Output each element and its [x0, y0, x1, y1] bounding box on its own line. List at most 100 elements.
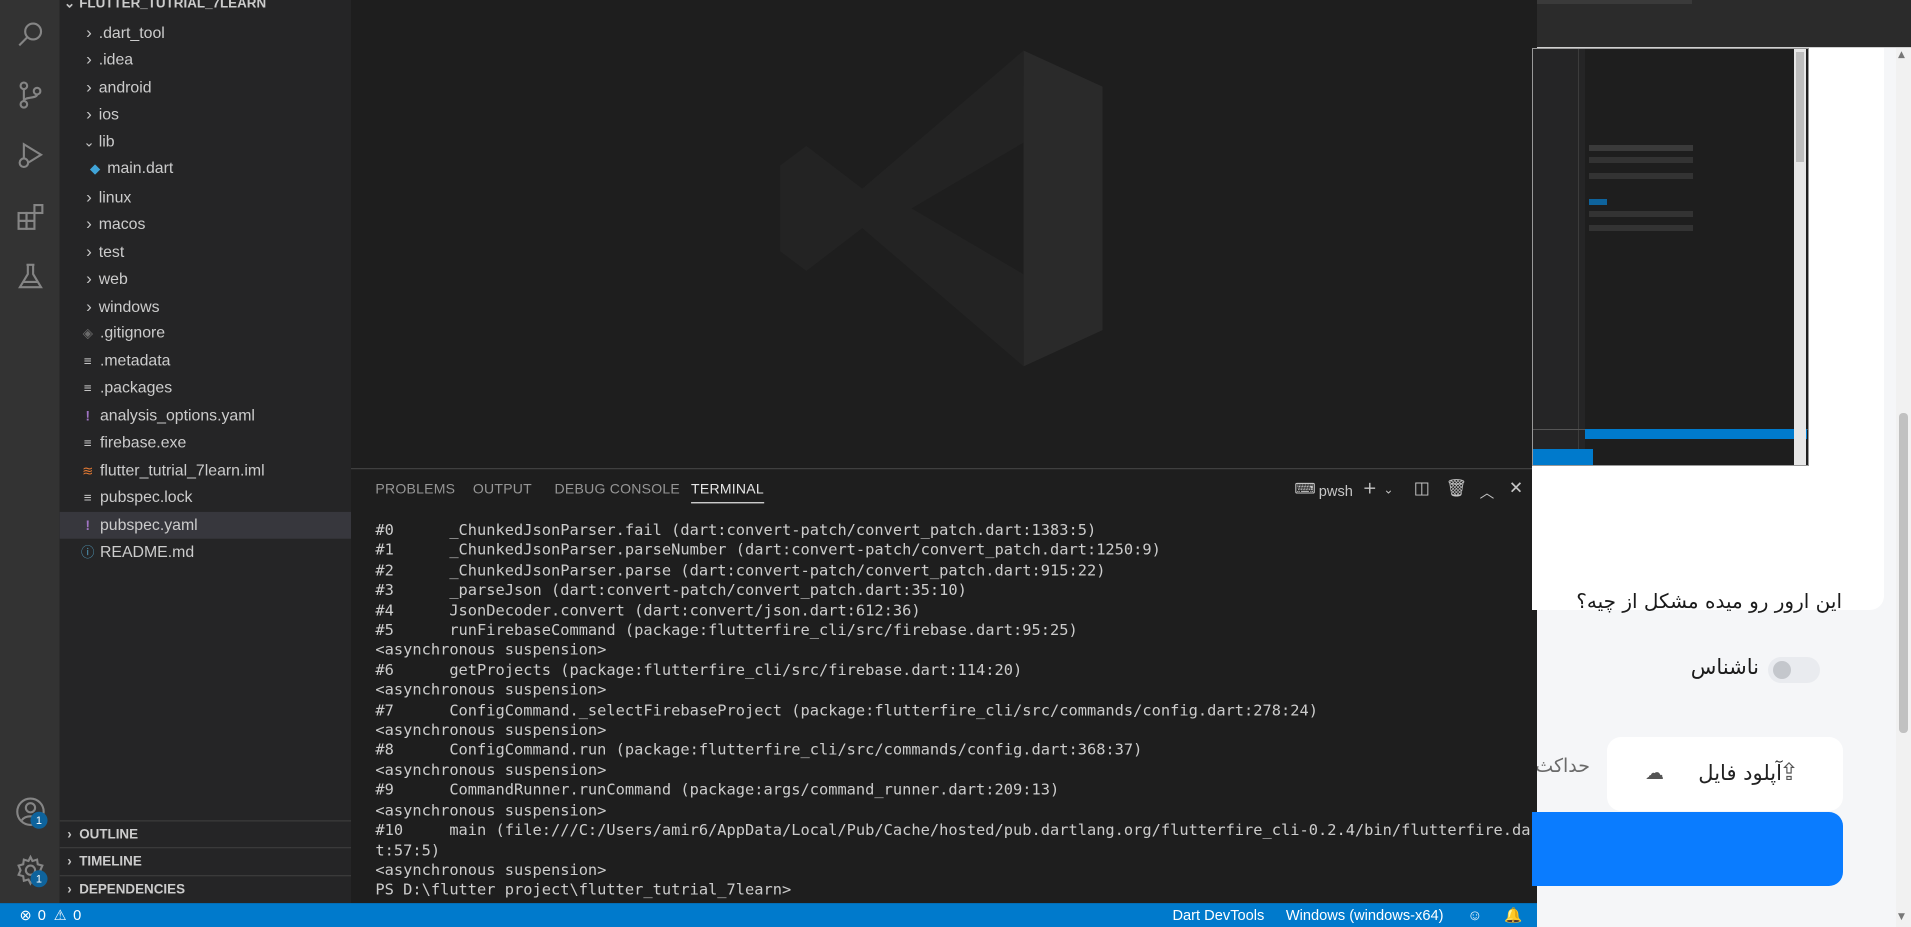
text-file-icon: ≡ — [83, 354, 92, 370]
device-platform-item[interactable]: Windows (windows-x64) — [1286, 903, 1444, 927]
settings-gear-icon[interactable]: 1 — [11, 851, 49, 889]
terminal-line: <asynchronous suspension> — [375, 720, 607, 739]
notifications-bell-icon[interactable]: 🔔 — [1504, 903, 1522, 927]
section-outline[interactable]: › OUTLINE — [59, 820, 352, 848]
tree-item[interactable]: › android — [60, 73, 351, 100]
feedback-icon[interactable]: ☺ — [1467, 903, 1482, 927]
terminal-panel: PROBLEMS OUTPUT DEBUG CONSOLE TERMINAL ⌨… — [351, 468, 1537, 905]
terminal-shell-icon: ⌨ — [1294, 480, 1316, 498]
attached-screenshot[interactable] — [1532, 48, 1809, 466]
errors-count[interactable]: 0 — [38, 903, 46, 927]
source-control-icon[interactable] — [11, 76, 49, 114]
tree-item-label: .gitignore — [99, 322, 166, 342]
run-debug-icon[interactable] — [11, 135, 49, 173]
question-card: این ارور رو میده مشکل از چیه؟ — [1532, 48, 1884, 613]
chevron-right-icon: › — [86, 76, 92, 97]
tab-problems[interactable]: PROBLEMS — [375, 483, 455, 498]
tree-item[interactable]: › .dart_tool — [60, 18, 351, 45]
cloud-upload-icon: ☁ — [1645, 762, 1664, 784]
anonymous-toggle[interactable] — [1768, 657, 1820, 683]
explorer-root[interactable]: ⌄ FLUTTER_TUTRIAL_7LEARN — [60, 0, 351, 17]
scroll-up-arrow-icon[interactable]: ▲ — [1898, 50, 1905, 60]
chevron-down-icon: ⌄ — [83, 135, 95, 150]
tree-item[interactable]: ≡ firebase.exe — [60, 429, 351, 456]
tree-item[interactable]: ◆ main.dart — [60, 155, 351, 182]
new-terminal-plus-icon[interactable]: + — [1363, 479, 1377, 499]
chevron-right-icon: › — [67, 827, 72, 843]
thumb-line — [1589, 225, 1693, 231]
tree-item[interactable]: ⓘ README.md — [60, 539, 351, 566]
terminal-line: PS D:\flutter project\flutter_tutrial_7l… — [375, 880, 792, 899]
tab-debug-console[interactable]: DEBUG CONSOLE — [555, 483, 680, 498]
terminal-line: #3 _parseJson (dart:convert-patch/conver… — [375, 580, 967, 599]
extensions-icon[interactable] — [11, 197, 49, 235]
tree-item[interactable]: ! analysis_options.yaml — [60, 402, 351, 429]
editor-area[interactable] — [351, 0, 1537, 469]
terminal-line: #5 runFirebaseCommand (package:flutterfi… — [375, 620, 1078, 639]
yaml-file-icon: ! — [85, 519, 90, 534]
search-icon[interactable] — [11, 15, 49, 53]
tree-item[interactable]: ⌄ lib — [60, 128, 351, 155]
close-panel-icon[interactable]: ✕ — [1509, 479, 1523, 499]
tree-item[interactable]: › web — [60, 264, 351, 291]
chevron-right-icon: › — [86, 268, 92, 288]
thumb-divider — [1578, 49, 1579, 465]
browser-page: این ارور رو میده مشکل از چیه؟ ناشناس حدا… — [1532, 0, 1911, 927]
terminal-line: <asynchronous suspension> — [375, 640, 607, 659]
tree-item[interactable]: ≡ pubspec.lock — [60, 484, 351, 511]
git-file-icon: ◈ — [82, 326, 93, 342]
submit-button[interactable] — [1532, 812, 1843, 886]
tree-item[interactable]: › .idea — [60, 45, 351, 72]
tree-item-label: ios — [98, 104, 119, 124]
tree-item[interactable]: › macos — [60, 210, 351, 237]
accounts-icon[interactable]: 1 — [11, 792, 49, 830]
explorer-sidebar: ⌄ FLUTTER_TUTRIAL_7LEARN › .dart_tool › .ide… — [59, 0, 352, 904]
section-dependencies[interactable]: › DEPENDENCIES — [59, 875, 352, 903]
tree-item[interactable]: ≋ flutter_tutrial_7learn.iml — [60, 457, 351, 484]
section-timeline[interactable]: › TIMELINE — [59, 847, 352, 875]
dart-devtools-item[interactable]: Dart DevTools — [1172, 903, 1264, 927]
vscode-window: 1 1 ⌄ FLUTTER_TUTRIAL_7LEARN › .dart_tool ›… — [0, 0, 1537, 927]
tree-item[interactable]: ≡ .packages — [60, 374, 351, 401]
max-size-hint: حداکث — [1537, 755, 1590, 777]
chevron-right-icon: › — [86, 21, 92, 42]
tree-item-label: macos — [98, 214, 146, 233]
tree-item[interactable]: ! pubspec.yaml — [59, 511, 352, 539]
testing-flask-icon[interactable] — [11, 257, 49, 295]
split-terminal-icon[interactable]: ◫ — [1414, 479, 1430, 499]
terminal-dropdown-chevron-icon[interactable]: ⌄ — [1383, 484, 1393, 497]
browser-toolbar — [1537, 0, 1911, 47]
thumb-line — [1589, 211, 1693, 217]
tree-item[interactable]: › ios — [60, 100, 351, 127]
terminal-shell-name[interactable]: pwsh — [1319, 483, 1353, 500]
tab-output[interactable]: OUTPUT — [473, 483, 532, 498]
tree-item[interactable]: ◈ .gitignore — [60, 319, 351, 346]
terminal-line: #4 JsonDecoder.convert (dart:convert/jso… — [375, 600, 921, 619]
page-scroll-handle[interactable] — [1899, 413, 1908, 733]
upload-file-label: آپلود فایل — [1698, 761, 1782, 785]
upload-file-button[interactable]: ⇪ آپلود فایل ☁ — [1607, 737, 1843, 811]
chevron-right-icon: › — [67, 882, 72, 898]
tree-item[interactable]: › linux — [60, 183, 351, 210]
tree-item-label: firebase.exe — [99, 432, 187, 451]
tree-item-label: lib — [98, 131, 115, 150]
terminal-output[interactable]: #0 _ChunkedJsonParser.fail (dart:convert… — [375, 520, 1537, 900]
tree-item[interactable]: ≡ .metadata — [60, 347, 351, 374]
warnings-count[interactable]: 0 — [73, 903, 81, 927]
chevron-right-icon: › — [86, 296, 92, 316]
terminal-line: #9 CommandRunner.runCommand (package:arg… — [375, 780, 1060, 799]
chevron-right-icon: › — [86, 48, 92, 69]
info-file-icon: ⓘ — [81, 546, 95, 561]
tab-terminal[interactable]: TERMINAL — [691, 483, 764, 504]
tree-item[interactable]: › test — [60, 238, 351, 265]
scroll-down-arrow-icon[interactable]: ▼ — [1898, 912, 1905, 922]
section-timeline-label: TIMELINE — [79, 854, 142, 870]
errors-icon[interactable]: ⊗ — [20, 903, 32, 927]
maximize-panel-chevron-up-icon[interactable]: ︿ — [1480, 481, 1495, 502]
tree-item[interactable]: › windows — [60, 293, 351, 320]
chevron-right-icon: › — [86, 186, 92, 206]
text-file-icon: ≡ — [83, 436, 92, 451]
warnings-icon[interactable]: ⚠ — [54, 903, 67, 927]
kill-terminal-trash-icon[interactable]: 🗑 — [1445, 479, 1467, 499]
terminal-line: #2 _ChunkedJsonParser.parse (dart:conver… — [375, 560, 1106, 579]
